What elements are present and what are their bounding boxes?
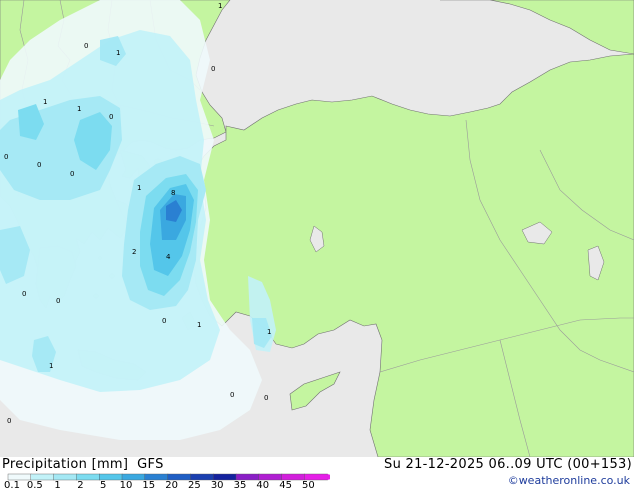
value-label: 0 bbox=[56, 297, 60, 305]
credit-text: ©weatheronline.co.uk bbox=[507, 474, 630, 487]
precipitation-map: 1 0 1 0 1 1 0 0 0 0 1 8 2 4 0 0 0 1 1 1 … bbox=[0, 0, 634, 457]
colorbar-tick-label: 25 bbox=[188, 480, 201, 491]
value-label: 0 bbox=[22, 290, 26, 298]
value-label: 0 bbox=[211, 65, 215, 73]
value-label: 1 bbox=[197, 321, 201, 329]
forecast-datetime: Su 21-12-2025 06..09 UTC (00+153) bbox=[384, 457, 632, 472]
value-label: 1 bbox=[116, 49, 120, 57]
value-label: 0 bbox=[230, 391, 234, 399]
value-label: 1 bbox=[267, 328, 271, 336]
value-label: 1 bbox=[43, 98, 47, 106]
colorbar-tick-label: 50 bbox=[302, 480, 315, 491]
value-label: 0 bbox=[7, 417, 11, 425]
value-label: 1 bbox=[77, 105, 81, 113]
colorbar-tick-label: 20 bbox=[165, 480, 178, 491]
value-label: 0 bbox=[162, 317, 166, 325]
colorbar-arrow bbox=[327, 474, 330, 480]
colorbar-tick-label: 1 bbox=[54, 480, 61, 491]
value-label: 0 bbox=[4, 153, 8, 161]
value-label: 1 bbox=[137, 184, 141, 192]
model-label: GFS bbox=[137, 457, 164, 472]
value-label: 8 bbox=[171, 189, 175, 197]
colorbar-tick-label: 5 bbox=[100, 480, 107, 491]
value-label: 1 bbox=[49, 362, 53, 370]
value-label: 0 bbox=[84, 42, 88, 50]
colorbar-tick-label: 0.5 bbox=[26, 480, 43, 491]
value-label: 0 bbox=[264, 394, 268, 402]
colorbar-tick-label: 10 bbox=[119, 480, 133, 491]
value-label: 0 bbox=[37, 161, 41, 169]
value-label: 4 bbox=[166, 253, 171, 261]
colorbar-tick-label: 40 bbox=[256, 480, 270, 491]
value-label: 2 bbox=[132, 248, 136, 256]
value-label: 0 bbox=[70, 170, 74, 178]
parameter-label: Precipitation [mm] bbox=[2, 457, 129, 472]
value-label: 1 bbox=[218, 2, 222, 10]
colorbar-tick-label: 15 bbox=[142, 480, 156, 491]
colorbar-tick-label: 45 bbox=[279, 480, 292, 491]
colorbar-tick-label: 30 bbox=[210, 480, 224, 491]
legend-title: Precipitation [mm] GFS bbox=[2, 457, 164, 472]
colorbar-tick-label: 2 bbox=[77, 480, 84, 491]
value-label: 0 bbox=[109, 113, 113, 121]
colorbar-tick-label: 0.1 bbox=[4, 480, 20, 491]
colorbar-tick-label: 35 bbox=[233, 480, 247, 491]
